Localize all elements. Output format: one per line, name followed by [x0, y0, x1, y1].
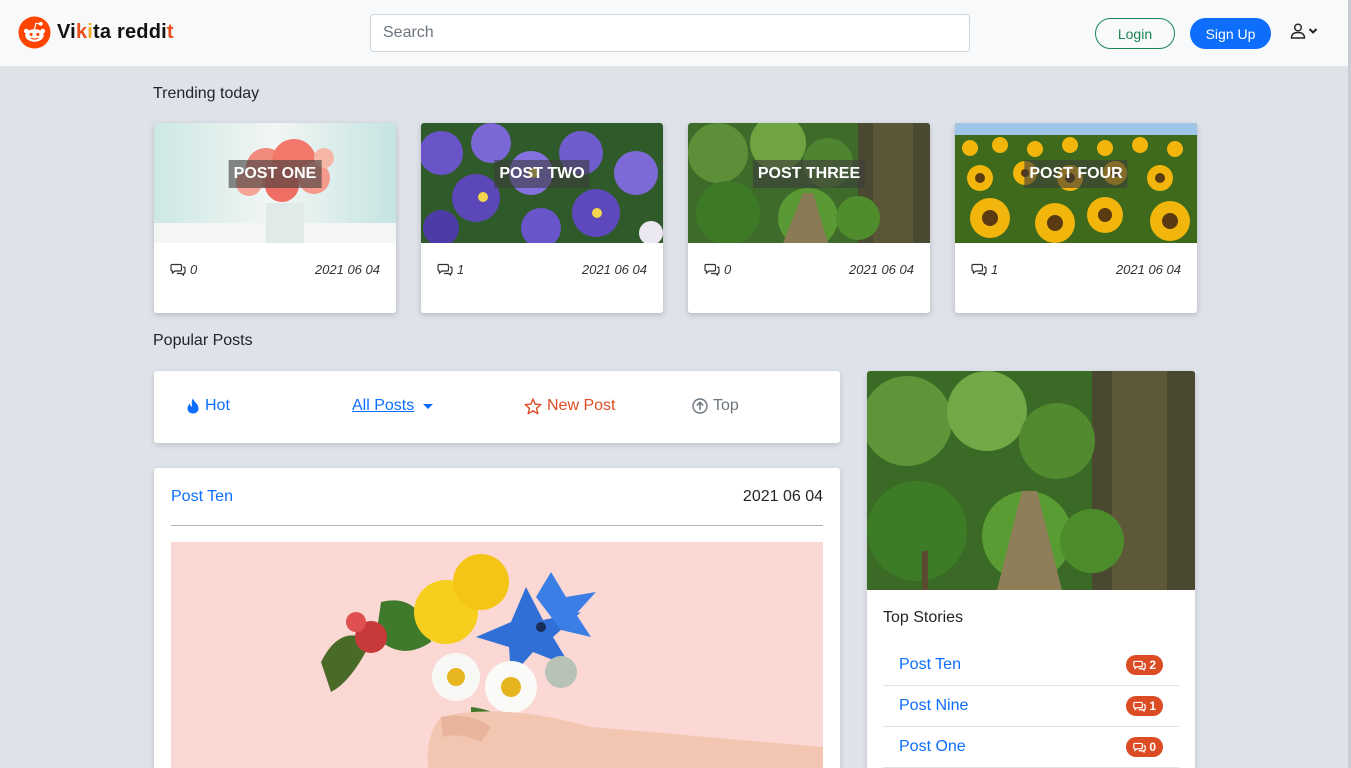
- comments-icon: [704, 263, 720, 276]
- comments-icon: [1133, 742, 1147, 753]
- trending-card[interactable]: POST TWO 1 2021 06 04: [421, 123, 663, 313]
- login-button[interactable]: Login: [1095, 18, 1175, 49]
- post-title-link[interactable]: Post Ten: [171, 488, 233, 506]
- top-story-item: Post Nine 1: [883, 686, 1179, 727]
- comments-icon: [1133, 701, 1147, 712]
- divider: [171, 525, 823, 526]
- top-story-link[interactable]: Post Nine: [899, 697, 968, 715]
- comment-count: 1: [991, 262, 999, 277]
- filter-hot[interactable]: Hot: [186, 397, 230, 415]
- trending-card-label: POST FOUR: [1024, 160, 1128, 188]
- top-story-link[interactable]: Post Ten: [899, 656, 961, 674]
- popular-title: Popular Posts: [153, 332, 253, 349]
- sidebar-image: [867, 371, 1195, 590]
- trending-title: Trending today: [153, 85, 260, 102]
- fire-icon: [187, 398, 199, 414]
- comment-count-badge: 2: [1126, 655, 1163, 675]
- comments-icon: [170, 263, 186, 276]
- top-story-item: Post One 0: [883, 727, 1179, 768]
- post-date: 2021 06 04: [742, 488, 823, 505]
- filter-top[interactable]: Top: [692, 397, 739, 415]
- arrow-up-circle-icon: [692, 398, 708, 414]
- post-image: [171, 542, 823, 768]
- comment-count: 0: [724, 262, 732, 277]
- filter-bar: Hot All Posts New Post Top: [154, 371, 840, 443]
- post-card: Post Ten 2021 06 04: [154, 468, 840, 768]
- comment-count-badge: 1: [1126, 696, 1163, 716]
- comments-icon: [1133, 660, 1147, 671]
- star-icon: [524, 397, 542, 414]
- top-story-link[interactable]: Post One: [899, 738, 966, 756]
- trending-card[interactable]: POST THREE 0 2021 06 04: [688, 123, 930, 313]
- brand-name: Vikita reddit: [57, 21, 174, 43]
- search-input[interactable]: [370, 14, 970, 52]
- comment-count: 1: [457, 262, 465, 277]
- post-date: 2021 06 04: [581, 262, 647, 277]
- comment-count: 0: [190, 262, 198, 277]
- caret-down-icon: [423, 403, 434, 409]
- chevron-down-icon: [1308, 28, 1318, 34]
- trending-card-label: POST ONE: [228, 160, 322, 188]
- filter-all-posts-dropdown[interactable]: All Posts: [352, 397, 434, 415]
- comments-icon: [971, 263, 987, 276]
- top-stories-card: Top Stories Post Ten 2 Post Nine 1 Post …: [867, 371, 1195, 768]
- user-dropdown[interactable]: [1290, 23, 1318, 39]
- comments-icon: [437, 263, 453, 276]
- user-icon: [1290, 23, 1306, 39]
- signup-button[interactable]: Sign Up: [1190, 18, 1271, 49]
- top-stories-title: Top Stories: [883, 609, 964, 626]
- post-date: 2021 06 04: [848, 262, 914, 277]
- navbar: Vikita reddit Login Sign Up: [0, 0, 1351, 67]
- trending-card-label: POST TWO: [494, 160, 590, 188]
- post-date: 2021 06 04: [1115, 262, 1181, 277]
- top-story-item: Post Ten 2: [883, 645, 1179, 686]
- brand[interactable]: Vikita reddit: [18, 16, 174, 49]
- comment-count-badge: 0: [1126, 737, 1163, 757]
- trending-card[interactable]: POST ONE 0 2021 06 04: [154, 123, 396, 313]
- filter-new-post[interactable]: New Post: [524, 397, 615, 415]
- post-date: 2021 06 04: [314, 262, 380, 277]
- reddit-alien-icon: [18, 16, 51, 49]
- trending-card[interactable]: POST FOUR 1 2021 06 04: [955, 123, 1197, 313]
- trending-card-label: POST THREE: [752, 160, 866, 188]
